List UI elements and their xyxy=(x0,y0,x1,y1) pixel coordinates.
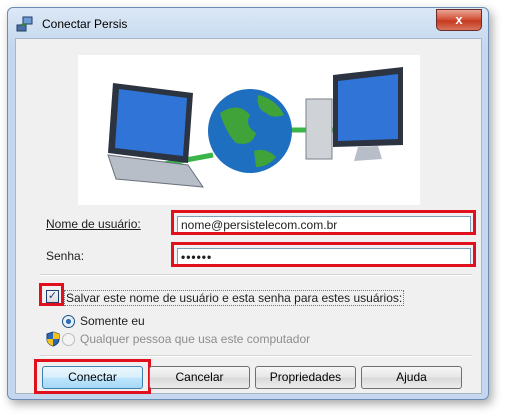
password-label: Senha: xyxy=(46,249,85,263)
dialog-body: Nome de usuário: nome@persistelecom.com.… xyxy=(15,38,482,394)
checkbox-highlight xyxy=(39,283,64,306)
title-bar[interactable]: Conectar Persis x xyxy=(8,8,488,38)
cancel-button[interactable]: Cancelar xyxy=(149,366,250,389)
close-icon: x xyxy=(455,12,463,27)
radio-only-me-label[interactable]: Somente eu xyxy=(80,314,145,328)
laptop-illustration xyxy=(107,83,205,188)
window-title: Conectar Persis xyxy=(42,17,128,31)
radio-anyone-label[interactable]: Qualquer pessoa que usa este computador xyxy=(80,332,310,346)
connect-highlight xyxy=(34,359,151,394)
username-label: Nome de usuário: xyxy=(46,217,141,231)
dialog-window: Conectar Persis x Nome de usuário: nome@… xyxy=(7,7,489,400)
close-button[interactable]: x xyxy=(436,9,482,31)
properties-button[interactable]: Propriedades xyxy=(255,366,356,389)
password-highlight xyxy=(171,242,476,267)
save-credentials-label[interactable]: Salvar este nome de usuário e esta senha… xyxy=(64,290,405,306)
network-connection-icon xyxy=(16,16,33,32)
radio-anyone[interactable] xyxy=(62,333,75,346)
divider-top xyxy=(40,274,472,276)
uac-shield-icon xyxy=(46,331,60,347)
radio-only-me[interactable] xyxy=(62,315,75,328)
monitor-illustration xyxy=(305,67,403,161)
banner-illustration xyxy=(78,55,420,205)
help-button[interactable]: Ajuda xyxy=(361,366,462,389)
username-highlight xyxy=(171,210,476,235)
divider-bottom xyxy=(40,355,472,357)
globe-illustration xyxy=(208,89,292,173)
